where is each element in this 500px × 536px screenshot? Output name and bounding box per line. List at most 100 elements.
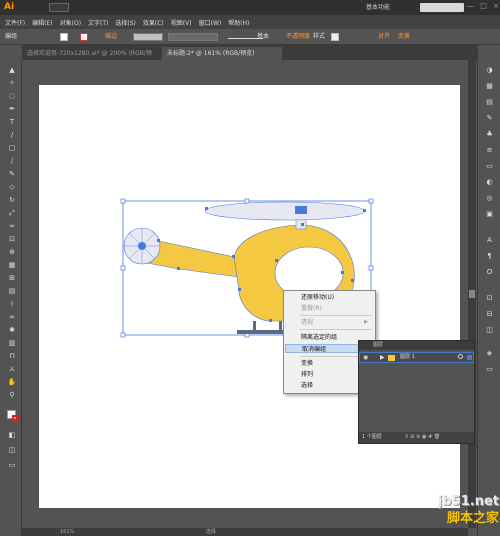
menu-file[interactable]: 文件(F) [5, 18, 25, 27]
menu-item-label: 选择 [301, 382, 314, 389]
scrollbar-thumb[interactable] [469, 290, 475, 298]
slice-tool-icon[interactable]: ⚔ [7, 364, 17, 374]
gradient-tool-icon[interactable]: ▤ [7, 286, 17, 296]
selection-type-label: 编组 [5, 33, 18, 40]
zoom-level[interactable]: 161% [60, 529, 74, 535]
stroke-label[interactable]: 描边 [105, 32, 117, 42]
opentype-panel-icon[interactable]: O [484, 267, 495, 277]
layer-action-icons[interactable]: ⚲ ⊞ ⊕ ▣ ✚ 🗑 [405, 432, 440, 443]
brushes-panel-icon[interactable]: ✎ [484, 113, 495, 123]
menu-type[interactable]: 文字(T) [88, 18, 108, 27]
canvas-area[interactable] [22, 60, 468, 528]
rectangle-tool-icon[interactable]: □ [7, 143, 17, 153]
workspace-switcher[interactable]: 基本功能 [366, 3, 411, 12]
gradient-panel-icon[interactable]: ▭ [484, 161, 495, 171]
transparency-panel-icon[interactable]: ◐ [484, 177, 495, 187]
tab-untitled-2[interactable]: 未标题-2* @ 161% (RGB/预览) [162, 47, 282, 60]
draw-mode-icon[interactable]: ◫ [7, 445, 17, 455]
perspective-grid-icon[interactable]: ▦ [7, 260, 17, 270]
selection-tool-icon[interactable]: ▲ [7, 65, 17, 75]
selection-indicator-icon[interactable] [467, 355, 472, 360]
helicopter-artwork[interactable] [39, 85, 460, 508]
variable-width-dropdown[interactable] [168, 33, 218, 41]
artboard[interactable] [39, 85, 460, 508]
menu-help[interactable]: 帮助(H) [228, 18, 249, 27]
expand-arrow-icon[interactable]: ▶ [380, 354, 385, 361]
status-tool-label: 选择 [205, 529, 216, 535]
stroke-color-icon[interactable] [12, 415, 19, 422]
brush-style-label[interactable]: 基本 [257, 32, 269, 42]
visibility-eye-icon[interactable]: ◉ [363, 354, 368, 361]
stroke-swatch[interactable] [80, 33, 88, 41]
swatches-panel-icon[interactable]: ▤ [484, 97, 495, 107]
tab-welcome-file[interactable]: 选择欢迎页-720x1280.ai* @ 200% (RGB/预览) [22, 47, 160, 70]
stroke-panel-icon[interactable]: ≡ [484, 145, 495, 155]
menu-object[interactable]: 对象(O) [60, 18, 81, 27]
magic-wand-icon[interactable]: ✧ [7, 78, 17, 88]
rotor-hub [295, 206, 307, 214]
stroke-weight-dropdown[interactable] [133, 33, 163, 41]
align-panel-icon[interactable]: ⊟ [484, 309, 495, 319]
screen-mode-icon[interactable]: ▭ [7, 460, 17, 470]
submenu-arrow-icon: ▶ [364, 319, 368, 325]
line-tool-icon[interactable]: / [7, 130, 17, 140]
layers-panel-icon[interactable]: ◈ [484, 348, 495, 358]
menu-edit[interactable]: 编辑(E) [32, 18, 52, 27]
bridge-button[interactable] [49, 3, 69, 12]
character-panel-icon[interactable]: A [484, 235, 495, 245]
transform-label[interactable]: 变换 [398, 32, 410, 42]
menu-item-undo-move[interactable]: 还原移动(U) [285, 293, 374, 302]
mesh-tool-icon[interactable]: ⊞ [7, 273, 17, 283]
menu-separator [300, 315, 372, 316]
menu-bar: 文件(F) 编辑(E) 对象(O) 文字(T) 选择(S) 效果(C) 视图(V… [0, 15, 500, 29]
application-bar: Ai 基本功能 — □ × [0, 0, 500, 15]
opacity-label[interactable]: 不透明度 [286, 32, 310, 42]
hand-tool-icon[interactable]: ✋ [7, 377, 17, 387]
appearance-panel-icon[interactable]: ◎ [484, 193, 495, 203]
color-guide-icon[interactable]: ▦ [484, 81, 495, 91]
paragraph-panel-icon[interactable]: ¶ [484, 251, 495, 261]
fill-swatch[interactable] [60, 33, 68, 41]
artboard-tool-icon[interactable]: ⊓ [7, 351, 17, 361]
symbols-panel-icon[interactable]: ♣ [484, 129, 495, 139]
graphic-styles-icon[interactable]: ▣ [484, 209, 495, 219]
pencil-tool-icon[interactable]: ✎ [7, 169, 17, 179]
symbol-sprayer-icon[interactable]: ✺ [7, 325, 17, 335]
main-rotor [204, 201, 366, 221]
menu-window[interactable]: 窗口(W) [199, 18, 222, 27]
brush-tool-icon[interactable]: ∕ [7, 156, 17, 166]
search-input[interactable] [420, 3, 464, 12]
color-panel-icon[interactable]: ◑ [484, 65, 495, 75]
rotate-tool-icon[interactable]: ↻ [7, 195, 17, 205]
target-icon[interactable] [458, 354, 463, 359]
transform-panel-icon[interactable]: ⊡ [484, 293, 495, 303]
type-tool-icon[interactable]: T [7, 117, 17, 127]
lasso-icon[interactable]: ◌ [7, 91, 17, 101]
layer-name[interactable]: 图层 1 [400, 353, 415, 362]
maximize-button[interactable]: □ [480, 2, 487, 13]
zoom-tool-icon[interactable]: ⚲ [7, 390, 17, 400]
close-button[interactable]: × [493, 2, 499, 13]
width-tool-icon[interactable]: ≈ [7, 221, 17, 231]
watermark: jb51.net 脚本之家 [437, 494, 499, 534]
pen-tool-icon[interactable]: ✒ [7, 104, 17, 114]
menu-effect[interactable]: 效果(C) [143, 18, 164, 27]
eraser-tool-icon[interactable]: ◇ [7, 182, 17, 192]
vertical-scrollbar[interactable] [468, 60, 476, 528]
free-transform-icon[interactable]: ⊡ [7, 234, 17, 244]
blend-tool-icon[interactable]: ∞ [7, 312, 17, 322]
scale-tool-icon[interactable]: ⤢ [7, 208, 17, 218]
layer-row[interactable]: ◉ ▶ 图层 1 [359, 352, 474, 363]
layers-panel-title[interactable]: 图层 [359, 341, 474, 350]
shape-builder-icon[interactable]: ⊕ [7, 247, 17, 257]
eyedropper-icon[interactable]: ⌇ [7, 299, 17, 309]
pathfinder-panel-icon[interactable]: ◫ [484, 325, 495, 335]
minimize-button[interactable]: — [467, 2, 474, 13]
color-mode-icon[interactable]: ◧ [7, 430, 17, 440]
graphic-style-swatch[interactable] [331, 33, 339, 41]
align-label[interactable]: 对齐 [378, 32, 390, 42]
artboards-panel-icon[interactable]: ▭ [484, 364, 495, 374]
graph-tool-icon[interactable]: ▥ [7, 338, 17, 348]
menu-select[interactable]: 选择(S) [115, 18, 136, 27]
menu-view[interactable]: 视图(V) [171, 18, 192, 27]
